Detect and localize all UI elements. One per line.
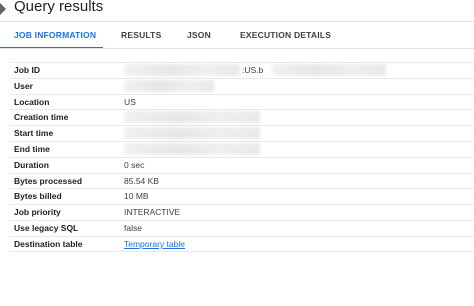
bytes-billed-value: 10 MB [124,191,149,202]
creation-time-label: Creation time [14,112,69,123]
results-header: Query results [0,0,474,22]
start-time-label: Start time [14,128,54,139]
table-row: Bytes processed 85.54 KB [10,172,474,189]
job-id-label: Job ID [14,65,40,75]
table-row: Use legacy SQL false [10,219,474,236]
table-row: Start time [10,125,474,141]
bytes-billed-label: Bytes billed [14,191,62,202]
use-legacy-sql-value: false [124,222,142,233]
table-row: Job priority INTERACTIVE [10,204,474,220]
job-priority-value: INTERACTIVE [124,207,181,218]
tab-json[interactable]: JSON [187,22,211,48]
tab-results[interactable]: RESULTS [121,22,161,48]
table-row: End time [10,140,474,157]
table-row: Creation time [10,109,474,125]
table-row: Job ID :US.b [10,62,474,78]
bytes-processed-value: 85.54 KB [124,175,159,186]
redacted-value [124,127,260,140]
redacted-value [272,64,386,76]
redacted-value [124,79,214,92]
table-row: Bytes billed 10 MB [10,188,474,204]
user-label: User [14,80,33,91]
page-title: Query results [14,0,104,15]
divider [0,48,474,49]
table-row: Duration 0 sec [10,156,474,173]
location-label: Location [14,96,50,107]
duration-value: 0 sec [124,159,145,170]
duration-label: Duration [14,159,49,170]
temporary-table-link[interactable]: Temporary table [124,239,185,249]
end-time-label: End time [14,143,50,154]
tab-job-information[interactable]: JOB INFORMATION [14,22,96,48]
job-id-value: :US.b [242,65,264,75]
table-row: Location US [10,93,474,110]
destination-table-label: Destination table [14,238,83,249]
table-row: Destination table Temporary table [10,235,474,252]
tab-bar: JOB INFORMATION RESULTS JSON EXECUTION D… [0,22,474,49]
table-row: User [10,77,474,94]
bytes-processed-label: Bytes processed [14,175,83,186]
redacted-value [124,64,240,76]
location-value: US [124,96,136,107]
redacted-value [124,142,260,155]
job-priority-label: Job priority [14,207,61,218]
redacted-value [124,111,260,124]
use-legacy-sql-label: Use legacy SQL [14,222,79,233]
expand-icon[interactable] [0,2,6,15]
job-information-table: Job ID :US.b User Location US Creation t… [10,62,474,252]
tab-execution-details[interactable]: EXECUTION DETAILS [240,22,331,48]
